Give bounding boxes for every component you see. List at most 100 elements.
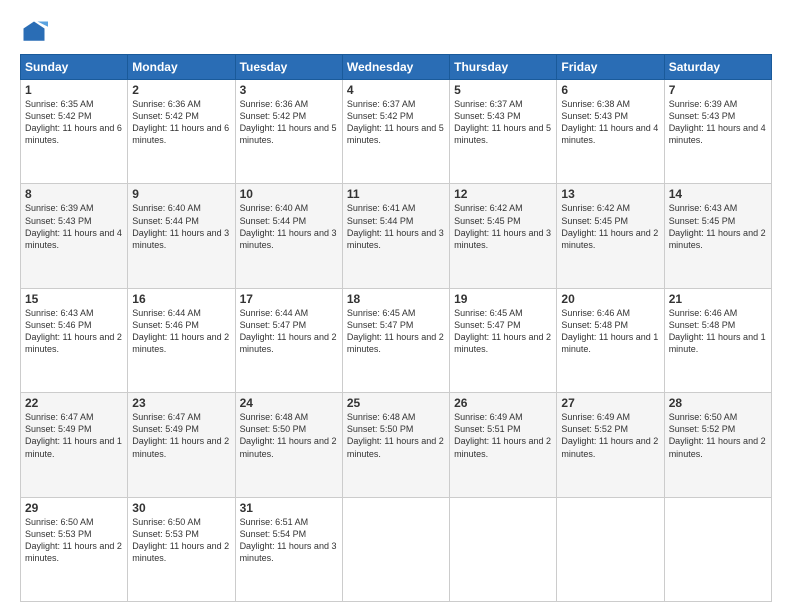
table-row: 21Sunrise: 6:46 AM Sunset: 5:48 PM Dayli… [664,288,771,392]
day-number: 8 [25,187,123,201]
day-info: Sunrise: 6:38 AM Sunset: 5:43 PM Dayligh… [561,98,659,147]
table-row: 23Sunrise: 6:47 AM Sunset: 5:49 PM Dayli… [128,393,235,497]
table-row: 24Sunrise: 6:48 AM Sunset: 5:50 PM Dayli… [235,393,342,497]
day-info: Sunrise: 6:49 AM Sunset: 5:52 PM Dayligh… [561,411,659,460]
day-number: 30 [132,501,230,515]
day-info: Sunrise: 6:42 AM Sunset: 5:45 PM Dayligh… [454,202,552,251]
table-row: 27Sunrise: 6:49 AM Sunset: 5:52 PM Dayli… [557,393,664,497]
table-row: 3Sunrise: 6:36 AM Sunset: 5:42 PM Daylig… [235,80,342,184]
day-number: 20 [561,292,659,306]
table-row: 6Sunrise: 6:38 AM Sunset: 5:43 PM Daylig… [557,80,664,184]
day-info: Sunrise: 6:50 AM Sunset: 5:53 PM Dayligh… [132,516,230,565]
calendar-week-row: 15Sunrise: 6:43 AM Sunset: 5:46 PM Dayli… [21,288,772,392]
day-info: Sunrise: 6:42 AM Sunset: 5:45 PM Dayligh… [561,202,659,251]
table-row: 8Sunrise: 6:39 AM Sunset: 5:43 PM Daylig… [21,184,128,288]
day-number: 28 [669,396,767,410]
day-info: Sunrise: 6:46 AM Sunset: 5:48 PM Dayligh… [669,307,767,356]
day-info: Sunrise: 6:41 AM Sunset: 5:44 PM Dayligh… [347,202,445,251]
day-info: Sunrise: 6:50 AM Sunset: 5:53 PM Dayligh… [25,516,123,565]
day-info: Sunrise: 6:43 AM Sunset: 5:45 PM Dayligh… [669,202,767,251]
table-row: 22Sunrise: 6:47 AM Sunset: 5:49 PM Dayli… [21,393,128,497]
day-number: 5 [454,83,552,97]
day-number: 24 [240,396,338,410]
table-row: 28Sunrise: 6:50 AM Sunset: 5:52 PM Dayli… [664,393,771,497]
day-number: 21 [669,292,767,306]
logo-icon [20,18,48,46]
table-row: 17Sunrise: 6:44 AM Sunset: 5:47 PM Dayli… [235,288,342,392]
table-row: 19Sunrise: 6:45 AM Sunset: 5:47 PM Dayli… [450,288,557,392]
col-monday: Monday [128,55,235,80]
table-row: 18Sunrise: 6:45 AM Sunset: 5:47 PM Dayli… [342,288,449,392]
day-info: Sunrise: 6:49 AM Sunset: 5:51 PM Dayligh… [454,411,552,460]
day-info: Sunrise: 6:45 AM Sunset: 5:47 PM Dayligh… [347,307,445,356]
day-number: 26 [454,396,552,410]
table-row: 2Sunrise: 6:36 AM Sunset: 5:42 PM Daylig… [128,80,235,184]
day-number: 7 [669,83,767,97]
table-row: 11Sunrise: 6:41 AM Sunset: 5:44 PM Dayli… [342,184,449,288]
day-number: 2 [132,83,230,97]
table-row [342,497,449,601]
table-row: 9Sunrise: 6:40 AM Sunset: 5:44 PM Daylig… [128,184,235,288]
table-row: 25Sunrise: 6:48 AM Sunset: 5:50 PM Dayli… [342,393,449,497]
table-row: 15Sunrise: 6:43 AM Sunset: 5:46 PM Dayli… [21,288,128,392]
day-number: 29 [25,501,123,515]
day-info: Sunrise: 6:50 AM Sunset: 5:52 PM Dayligh… [669,411,767,460]
day-number: 31 [240,501,338,515]
table-row: 29Sunrise: 6:50 AM Sunset: 5:53 PM Dayli… [21,497,128,601]
col-wednesday: Wednesday [342,55,449,80]
day-info: Sunrise: 6:51 AM Sunset: 5:54 PM Dayligh… [240,516,338,565]
day-number: 10 [240,187,338,201]
day-number: 3 [240,83,338,97]
day-info: Sunrise: 6:37 AM Sunset: 5:43 PM Dayligh… [454,98,552,147]
day-number: 22 [25,396,123,410]
table-row: 10Sunrise: 6:40 AM Sunset: 5:44 PM Dayli… [235,184,342,288]
col-thursday: Thursday [450,55,557,80]
table-row: 14Sunrise: 6:43 AM Sunset: 5:45 PM Dayli… [664,184,771,288]
col-tuesday: Tuesday [235,55,342,80]
calendar-week-row: 1Sunrise: 6:35 AM Sunset: 5:42 PM Daylig… [21,80,772,184]
day-number: 4 [347,83,445,97]
calendar-week-row: 29Sunrise: 6:50 AM Sunset: 5:53 PM Dayli… [21,497,772,601]
table-row: 26Sunrise: 6:49 AM Sunset: 5:51 PM Dayli… [450,393,557,497]
day-info: Sunrise: 6:35 AM Sunset: 5:42 PM Dayligh… [25,98,123,147]
day-info: Sunrise: 6:39 AM Sunset: 5:43 PM Dayligh… [669,98,767,147]
day-number: 23 [132,396,230,410]
table-row: 1Sunrise: 6:35 AM Sunset: 5:42 PM Daylig… [21,80,128,184]
table-row [664,497,771,601]
day-number: 19 [454,292,552,306]
day-number: 25 [347,396,445,410]
day-number: 13 [561,187,659,201]
table-row: 13Sunrise: 6:42 AM Sunset: 5:45 PM Dayli… [557,184,664,288]
col-sunday: Sunday [21,55,128,80]
day-number: 6 [561,83,659,97]
day-info: Sunrise: 6:43 AM Sunset: 5:46 PM Dayligh… [25,307,123,356]
day-info: Sunrise: 6:36 AM Sunset: 5:42 PM Dayligh… [240,98,338,147]
table-row: 4Sunrise: 6:37 AM Sunset: 5:42 PM Daylig… [342,80,449,184]
day-number: 1 [25,83,123,97]
page: Sunday Monday Tuesday Wednesday Thursday… [0,0,792,612]
day-info: Sunrise: 6:39 AM Sunset: 5:43 PM Dayligh… [25,202,123,251]
table-row: 16Sunrise: 6:44 AM Sunset: 5:46 PM Dayli… [128,288,235,392]
day-info: Sunrise: 6:44 AM Sunset: 5:46 PM Dayligh… [132,307,230,356]
table-row: 5Sunrise: 6:37 AM Sunset: 5:43 PM Daylig… [450,80,557,184]
table-row: 7Sunrise: 6:39 AM Sunset: 5:43 PM Daylig… [664,80,771,184]
day-info: Sunrise: 6:48 AM Sunset: 5:50 PM Dayligh… [240,411,338,460]
day-info: Sunrise: 6:40 AM Sunset: 5:44 PM Dayligh… [132,202,230,251]
day-info: Sunrise: 6:48 AM Sunset: 5:50 PM Dayligh… [347,411,445,460]
day-info: Sunrise: 6:46 AM Sunset: 5:48 PM Dayligh… [561,307,659,356]
table-row: 20Sunrise: 6:46 AM Sunset: 5:48 PM Dayli… [557,288,664,392]
day-number: 16 [132,292,230,306]
col-saturday: Saturday [664,55,771,80]
header [20,18,772,46]
day-info: Sunrise: 6:47 AM Sunset: 5:49 PM Dayligh… [25,411,123,460]
table-row: 31Sunrise: 6:51 AM Sunset: 5:54 PM Dayli… [235,497,342,601]
col-friday: Friday [557,55,664,80]
calendar-header-row: Sunday Monday Tuesday Wednesday Thursday… [21,55,772,80]
day-info: Sunrise: 6:47 AM Sunset: 5:49 PM Dayligh… [132,411,230,460]
table-row: 30Sunrise: 6:50 AM Sunset: 5:53 PM Dayli… [128,497,235,601]
day-number: 14 [669,187,767,201]
day-number: 18 [347,292,445,306]
day-number: 9 [132,187,230,201]
day-info: Sunrise: 6:40 AM Sunset: 5:44 PM Dayligh… [240,202,338,251]
day-number: 17 [240,292,338,306]
